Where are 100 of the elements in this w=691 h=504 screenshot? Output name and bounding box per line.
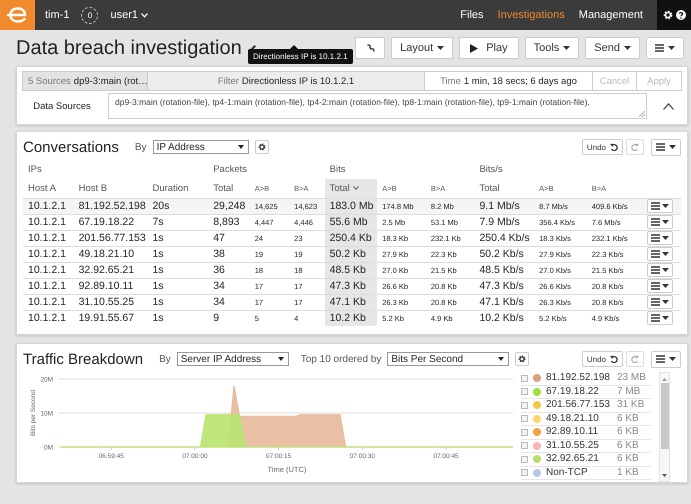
legend-item[interactable]: 201.56.77.153 31 KB [521,399,651,412]
caret-icon [662,220,670,224]
redo-icon [631,355,639,363]
user-menu[interactable]: user1 [110,9,148,21]
filter-segment[interactable]: 5 Sources dp9-3:main (rot… [23,72,148,90]
dropdown-arrow-icon [498,357,504,361]
caret-icon [563,46,570,50]
scroll-up-icon [662,378,667,381]
group-by-select[interactable]: IP Address [152,140,249,154]
investigation-title: Data breach investigation [16,36,242,60]
workspace-name[interactable]: tim-1 [45,9,70,21]
row-menu-button[interactable] [647,263,674,277]
legend-item[interactable]: Non-TCP 1 KB [521,466,651,480]
table-cell: 10.1.2.1 [23,278,74,294]
data-sources-field[interactable]: dp9-3:main (rotation-file), tp4-1:main (rotation-file), tp4-2:main (rotation-file), tp8-1:main (rotation-file), tp9-1:main (rotation-file), [108,93,647,119]
settings-button[interactable] [515,352,530,366]
column-header[interactable]: Duration [152,182,188,194]
table-cell: 1s [147,310,208,326]
settings-icon [518,355,526,363]
legend-item[interactable]: 32.92.65.21 6 KB [521,453,651,466]
table-cell: 50.2 Kb [324,246,378,262]
row-menu-button[interactable] [647,231,674,245]
menu-icon [651,314,660,322]
dropdown-button[interactable]: Tools [524,37,580,59]
menu-button[interactable] [646,37,684,59]
nav-link[interactable]: Investigations [498,9,565,21]
checkbox[interactable] [521,456,528,463]
dropdown-button[interactable]: Send [585,37,640,59]
menu-icon [655,44,664,52]
column-header[interactable]: Host A [28,182,56,194]
caret-icon [668,46,675,50]
group-by-select[interactable]: Server IP Address [176,352,289,366]
table-cell: 47 [208,230,250,246]
column-header[interactable]: Total [213,182,234,194]
order-by-select[interactable]: Bits Per Second [387,352,510,366]
table-cell: 7.9 Mb/s [474,214,534,230]
checkbox[interactable] [521,469,528,476]
column-header[interactable]: Total [479,182,500,194]
caret-icon [662,268,670,272]
menu-icon [651,250,660,258]
legend-item[interactable]: 67.19.18.22 7 MB [521,386,651,399]
table-cell: 47.1 Kb [324,294,378,310]
legend-item[interactable]: 92.89.10.11 6 KB [521,426,651,440]
help-icon[interactable] [676,10,686,20]
table-cell: 10.1.2.1 [23,262,74,278]
table-cell: 10.2 Kb/s [474,310,534,326]
table-cell: 36 [208,262,250,278]
table-cell: 48.5 Kb [324,262,378,278]
checkbox[interactable] [521,442,528,450]
scrollbar[interactable] [659,372,670,482]
link-button[interactable] [355,37,386,59]
filter-segment[interactable]: Filter Directionless IP is 10.1.2.1 [148,72,425,90]
dropdown-arrow-icon [238,145,244,149]
settings-icon[interactable] [662,10,672,20]
caret-icon [662,284,670,288]
table-cell: 67.19.18.22 [74,214,148,230]
sort-down-icon [352,186,359,190]
table-cell: 10.2 Kb [324,310,378,326]
caret-icon [662,204,670,208]
menu-icon [651,266,660,274]
caret-icon [669,145,676,149]
row-menu-button[interactable] [647,247,674,261]
notification-count[interactable]: 0 [81,6,98,24]
field-label: By [134,142,147,152]
nav-link[interactable]: Management [578,9,643,21]
undo-icon [610,355,618,363]
legend-item[interactable]: 31.10.55.25 6 KB [521,440,651,453]
caret-icon [669,357,676,361]
undo-button[interactable]: Undo [582,351,623,367]
caret-icon [662,316,670,320]
menu-button[interactable] [651,350,681,368]
nav-link[interactable]: Files [460,9,484,21]
checkbox[interactable] [521,415,528,422]
table-cell: 10.1.2.1 [23,198,74,214]
table-cell: 10.1.2.1 [23,230,74,246]
caret-icon [662,236,670,240]
caret-icon [437,46,444,50]
column-header[interactable]: Host B [78,182,108,194]
row-menu-button[interactable] [647,311,674,326]
table-cell: 10.1.2.1 [23,310,74,326]
legend-item[interactable]: 49.18.21.10 6 KB [521,412,651,426]
row-menu-button[interactable] [647,279,674,293]
checkbox[interactable] [521,428,528,436]
checkbox[interactable] [521,374,528,382]
table-cell: 55.6 Mb [324,214,378,230]
play-button[interactable]: Play [459,37,519,59]
settings-button[interactable] [254,140,269,154]
menu-button[interactable] [651,138,681,156]
row-menu-button[interactable] [647,295,674,309]
row-menu-button[interactable] [647,215,674,229]
checkbox[interactable] [521,402,528,409]
checkbox[interactable] [521,388,528,396]
chevron-up-icon[interactable] [663,102,674,110]
row-menu-button[interactable] [647,199,674,213]
menu-icon [656,355,665,363]
legend-item[interactable]: 81.192.52.198 23 MB [521,372,651,386]
dropdown-button[interactable]: Layout [391,37,454,59]
menu-icon [651,298,660,306]
undo-button[interactable]: Undo [582,139,623,155]
resize-grip-icon [639,111,645,117]
